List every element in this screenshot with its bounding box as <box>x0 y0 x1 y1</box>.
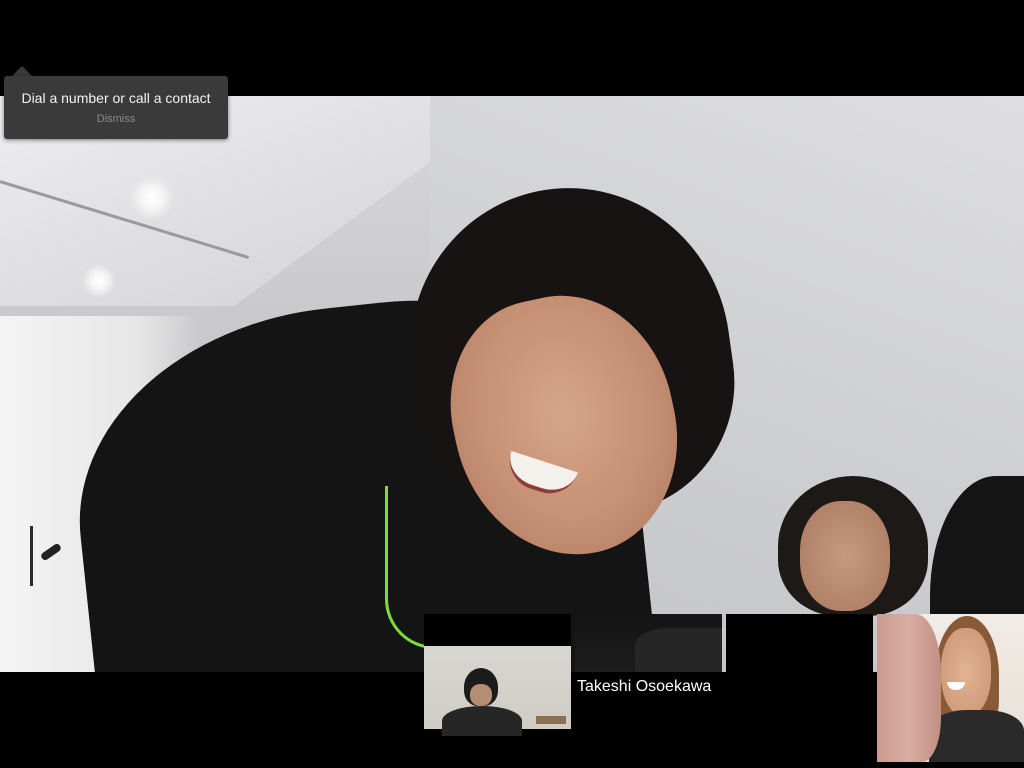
participant-video-feed <box>424 646 571 736</box>
self-body <box>929 710 1024 762</box>
video-call-window: Dial a number or call a contact Dismiss … <box>0 0 1024 768</box>
self-hand <box>877 614 941 762</box>
video-background-person-face <box>800 501 890 611</box>
participant-thumbnail[interactable] <box>424 614 571 768</box>
self-view-thumbnail[interactable] <box>877 614 1024 762</box>
participant-video-shape <box>635 628 722 672</box>
participant-desk-item <box>536 716 566 724</box>
self-face <box>941 628 991 716</box>
main-speaker-video[interactable] <box>0 96 1024 672</box>
video-ceiling-light <box>82 264 116 298</box>
video-ceiling-light <box>130 176 174 220</box>
participant-name: Takeshi Osoekawa <box>577 678 712 695</box>
dial-hint-tooltip: Dial a number or call a contact Dismiss <box>4 76 228 139</box>
participant-shoulders <box>442 706 522 736</box>
hint-arrow <box>12 66 32 76</box>
participant-thumbnail[interactable] <box>726 614 873 768</box>
self-video-feed <box>877 614 1024 762</box>
hint-text: Dial a number or call a contact <box>21 90 211 106</box>
hint-dismiss-link[interactable]: Dismiss <box>97 113 136 125</box>
participant-thumbnail[interactable]: Takeshi Osoekawa <box>575 614 722 768</box>
participant-face <box>470 684 492 706</box>
video-microphone-stand <box>30 526 33 586</box>
participant-video-feed <box>575 614 722 672</box>
